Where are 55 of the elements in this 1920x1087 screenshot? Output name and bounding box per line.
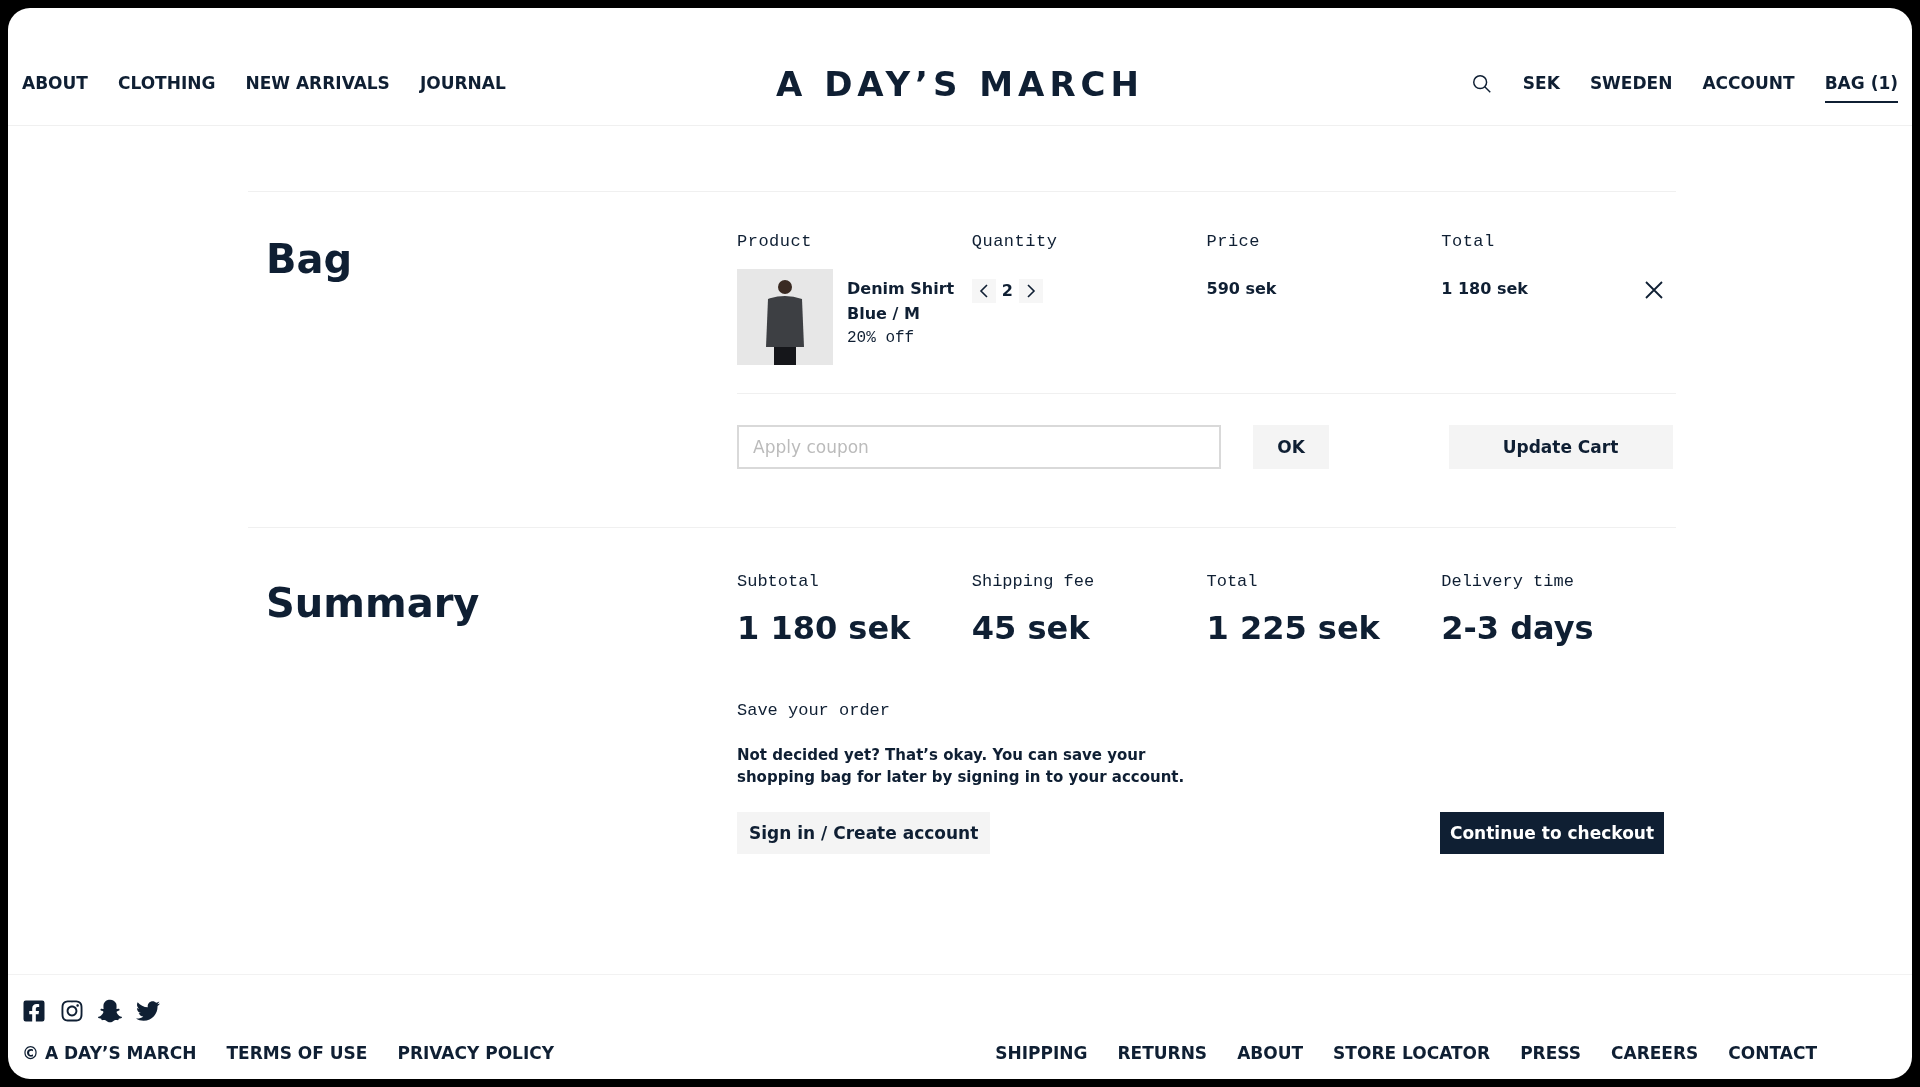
save-order-text: Not decided yet? That’s okay. You can save your shopping bag for later by signing in to your account. — [737, 745, 1186, 788]
footer-link[interactable]: ABOUT — [1237, 1043, 1304, 1065]
column-header: Total — [1441, 231, 1496, 251]
stat-value: 1 225 sek — [1206, 609, 1381, 647]
increase-button[interactable] — [1018, 279, 1043, 303]
nav-link[interactable]: CLOTHING — [117, 64, 216, 103]
footer-link[interactable]: CAREERS — [1611, 1043, 1699, 1065]
checkout-button[interactable]: Continue to checkout — [1440, 812, 1664, 854]
nav-link[interactable]: ACCOUNT — [1702, 64, 1795, 103]
update-cart-button[interactable]: Update Cart — [1448, 425, 1673, 469]
snapchat-icon[interactable] — [98, 999, 122, 1023]
stat-value: 2-3 days — [1441, 609, 1595, 647]
price-value: 590 sek — [1206, 279, 1277, 298]
nav-link[interactable]: SWEDEN — [1589, 64, 1673, 103]
twitter-icon[interactable] — [136, 999, 160, 1023]
nav-link[interactable]: NEW ARRIVALS — [245, 64, 390, 103]
footer-link[interactable]: PRIVACY POLICY — [397, 1043, 555, 1065]
stat-value: 45 sek — [971, 609, 1091, 647]
column-header: Product — [737, 231, 813, 251]
column-header: Quantity — [971, 231, 1059, 251]
footer-link[interactable]: TERMS OF USE — [226, 1043, 368, 1065]
facebook-icon[interactable] — [22, 999, 46, 1023]
sign-in-button[interactable]: Sign in / Create account — [737, 812, 991, 854]
stat-label: Total — [1206, 572, 1259, 591]
footer-link[interactable]: CONTACT — [1728, 1043, 1817, 1065]
logo: A DAY’S MARCH — [776, 63, 1144, 104]
instagram-icon[interactable] — [60, 999, 84, 1023]
decrease-button[interactable] — [971, 279, 996, 303]
nav-link[interactable]: BAG (1) — [1824, 64, 1898, 103]
nav-link[interactable]: ABOUT — [22, 64, 88, 103]
stat-value: 1 180 sek — [737, 609, 912, 647]
footer-link[interactable]: STORE LOCATOR — [1333, 1043, 1491, 1065]
stat-label: Shipping fee — [971, 572, 1096, 591]
summary-title: Summary — [265, 579, 481, 628]
stat-label: Subtotal — [737, 572, 820, 591]
footer-link[interactable]: © A DAY’S MARCH — [22, 1043, 197, 1065]
product-name: Denim Shirt — [847, 279, 955, 298]
nav-link[interactable]: SEK — [1522, 64, 1560, 103]
bag-title: Bag — [265, 235, 354, 284]
quantity-value: 2 — [1001, 280, 1013, 302]
coupon-field[interactable]: Apply coupon — [737, 425, 1221, 469]
discount-label: 20% off — [847, 329, 916, 347]
total-value: 1 180 sek — [1441, 279, 1528, 298]
footer-link[interactable]: PRESS — [1520, 1043, 1582, 1065]
search-icon[interactable] — [1470, 72, 1493, 95]
footer-link[interactable]: RETURNS — [1117, 1043, 1208, 1065]
footer-link[interactable]: SHIPPING — [995, 1043, 1088, 1065]
nav-link[interactable]: JOURNAL — [419, 64, 506, 103]
column-header: Price — [1206, 231, 1261, 251]
chevron-left-icon — [977, 283, 990, 299]
product-variant: Blue / M — [847, 304, 921, 323]
ok-button[interactable]: OK — [1253, 425, 1329, 469]
save-order-heading: Save your order — [737, 701, 892, 720]
chevron-right-icon — [1024, 283, 1037, 299]
stat-label: Delivery time — [1441, 572, 1575, 591]
